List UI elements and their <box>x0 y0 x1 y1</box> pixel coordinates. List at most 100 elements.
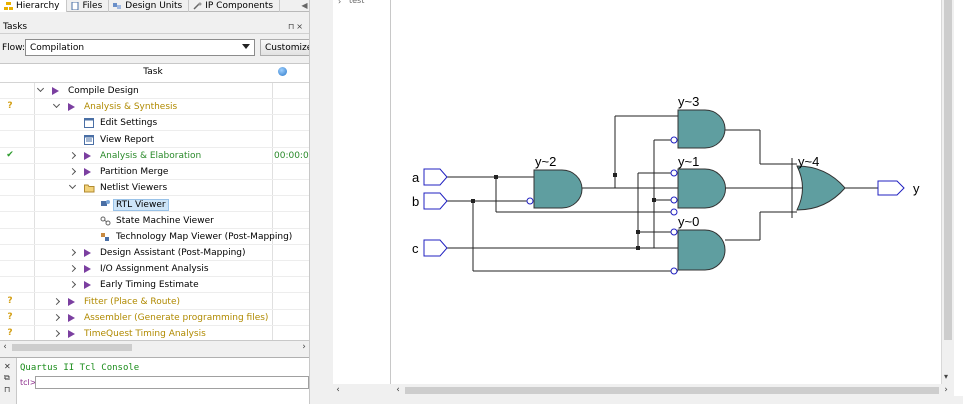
tab-ip-components[interactable]: IP Components <box>189 0 281 12</box>
scrollbar-thumb[interactable] <box>944 0 952 340</box>
task-row[interactable]: ? Fitter (Place & Route) <box>0 294 309 310</box>
task-label: Edit Settings <box>100 118 158 129</box>
rtl-viewer: › test a b c y~2 y~3 y~1 y~0 y~4 y ▾ ‹ ‹… <box>333 0 963 404</box>
status-done-icon: ✔ <box>6 149 14 160</box>
task-row[interactable]: ? Analysis & Synthesis <box>0 99 309 116</box>
task-label: TimeQuest Timing Analysis <box>84 329 206 339</box>
gate-label: y~1 <box>678 154 699 169</box>
task-row[interactable]: ? TimeQuest Timing Analysis <box>0 326 309 340</box>
pin-close-icon[interactable]: ⊓× <box>288 22 305 31</box>
scroll-right-icon[interactable]: › <box>941 384 951 396</box>
tab-label: Files <box>82 1 103 11</box>
chevron-down-icon <box>242 44 250 49</box>
scroll-right-icon[interactable]: › <box>299 342 309 353</box>
tab-label: IP Components <box>205 1 274 11</box>
and-gate-y1[interactable]: y~1 <box>670 154 727 209</box>
close-icon[interactable]: ✕ <box>4 362 11 371</box>
float-icon[interactable]: ⧉ <box>4 373 10 383</box>
input-pin-a[interactable]: a <box>412 168 448 186</box>
flow-value: Compilation <box>30 42 85 53</box>
task-row[interactable]: ✔ Analysis & Elaboration 00:00:0 <box>0 148 309 164</box>
tab-scroll-left-icon[interactable]: ◀ <box>300 0 309 11</box>
canvas-horizontal-scrollbar[interactable]: ‹ ‹ › <box>333 384 954 396</box>
chevron-right-icon[interactable]: › <box>338 0 341 6</box>
scroll-left-icon[interactable]: ‹ <box>0 342 10 353</box>
ip-components-icon <box>193 2 202 10</box>
task-row[interactable]: Partition Merge <box>0 164 309 180</box>
task-row[interactable]: Netlist Viewers <box>0 180 309 197</box>
and-gate-y3[interactable]: y~3 <box>670 94 726 149</box>
task-row[interactable]: State Machine Viewer <box>0 213 309 229</box>
and-gate-y0[interactable]: y~0 <box>670 208 726 275</box>
task-row[interactable]: Technology Map Viewer (Post-Mapping) <box>0 229 309 245</box>
pin-label: b <box>412 194 419 209</box>
tree-item-test[interactable]: test <box>349 0 364 5</box>
chevron-right-icon[interactable] <box>68 248 77 257</box>
flow-label: Flow: <box>2 43 26 53</box>
task-label: Assembler (Generate programming files) <box>84 312 269 323</box>
chevron-down-icon[interactable] <box>36 84 45 93</box>
tab-files[interactable]: Files <box>67 0 110 12</box>
column-task-header[interactable]: Task <box>34 67 272 77</box>
pin-icon[interactable]: ⊓ <box>4 385 10 394</box>
task-row[interactable]: I/O Assignment Analysis <box>0 261 309 278</box>
chevron-right-icon[interactable] <box>52 297 61 305</box>
quartus-window: Hierarchy Files Design Units IP Componen… <box>0 0 963 404</box>
scrollbar-thumb[interactable] <box>405 387 939 394</box>
and-gate-y2[interactable]: y~2 <box>526 154 583 209</box>
tab-design-units[interactable]: Design Units <box>109 0 190 12</box>
task-label: Technology Map Viewer (Post-Mapping) <box>116 231 293 242</box>
task-row[interactable]: Early Timing Estimate <box>0 277 309 294</box>
chevron-right-icon[interactable] <box>68 151 77 159</box>
tab-label: Hierarchy <box>16 1 60 11</box>
tasks-horizontal-scrollbar[interactable]: ‹ › <box>0 342 309 353</box>
task-row[interactable]: Edit Settings <box>0 115 309 132</box>
scroll-left-icon[interactable]: ‹ <box>333 384 343 396</box>
run-task-icon <box>84 281 91 290</box>
chevron-right-icon[interactable] <box>52 313 61 321</box>
run-task-icon <box>84 249 91 257</box>
tcl-console: ✕ ⧉ ⊓ Quartus II Tcl Console tcl> <box>0 357 309 404</box>
pane-splitter[interactable] <box>309 0 333 404</box>
task-row[interactable]: View Report <box>0 132 309 148</box>
output-pin-y[interactable]: y <box>877 180 920 196</box>
pin-label: c <box>412 241 419 256</box>
viewer-status-bar <box>333 396 963 404</box>
scroll-down-icon[interactable]: ▾ <box>944 372 948 381</box>
files-icon <box>71 1 80 11</box>
technology-map-icon <box>100 232 110 242</box>
flow-select[interactable]: Compilation <box>25 39 255 56</box>
chevron-right-icon[interactable] <box>68 265 77 273</box>
scrollbar-thumb[interactable] <box>12 344 132 351</box>
chevron-down-icon[interactable] <box>68 182 77 190</box>
canvas-vertical-scrollbar[interactable]: ▾ <box>941 0 954 384</box>
task-row[interactable]: ? Assembler (Generate programming files) <box>0 310 309 326</box>
or-gate-y4[interactable]: y~4 <box>796 154 846 211</box>
tab-label: Design Units <box>125 1 183 11</box>
task-label: State Machine Viewer <box>116 215 214 226</box>
chevron-right-icon[interactable] <box>68 167 77 176</box>
status-pending-icon: ? <box>7 311 13 322</box>
pin-label: y <box>913 181 920 196</box>
input-pin-b[interactable]: b <box>412 192 448 210</box>
chevron-right-icon[interactable] <box>52 329 61 338</box>
customize-button[interactable]: Customize... <box>260 39 312 56</box>
task-label: Early Timing Estimate <box>100 280 199 291</box>
console-prompt: tcl> <box>20 378 37 387</box>
console-input[interactable] <box>35 376 309 389</box>
tab-hierarchy[interactable]: Hierarchy <box>0 0 67 12</box>
chevron-right-icon[interactable] <box>68 281 77 289</box>
report-icon <box>84 134 94 145</box>
info-icon <box>278 67 287 76</box>
task-label: I/O Assignment Analysis <box>100 264 209 275</box>
task-row[interactable]: RTL Viewer <box>0 196 309 213</box>
schematic-canvas[interactable]: a b c y~2 y~3 y~1 y~0 y~4 y <box>392 0 941 384</box>
input-pin-c[interactable]: c <box>412 239 448 257</box>
chevron-down-icon[interactable] <box>52 101 61 109</box>
scroll-left-icon[interactable]: ‹ <box>393 384 403 396</box>
task-row[interactable]: Compile Design <box>0 83 309 99</box>
state-machine-icon <box>100 216 111 226</box>
status-pending-icon: ? <box>7 101 13 112</box>
task-row[interactable]: Design Assistant (Post-Mapping) <box>0 245 309 261</box>
task-label: Compile Design <box>68 86 139 96</box>
